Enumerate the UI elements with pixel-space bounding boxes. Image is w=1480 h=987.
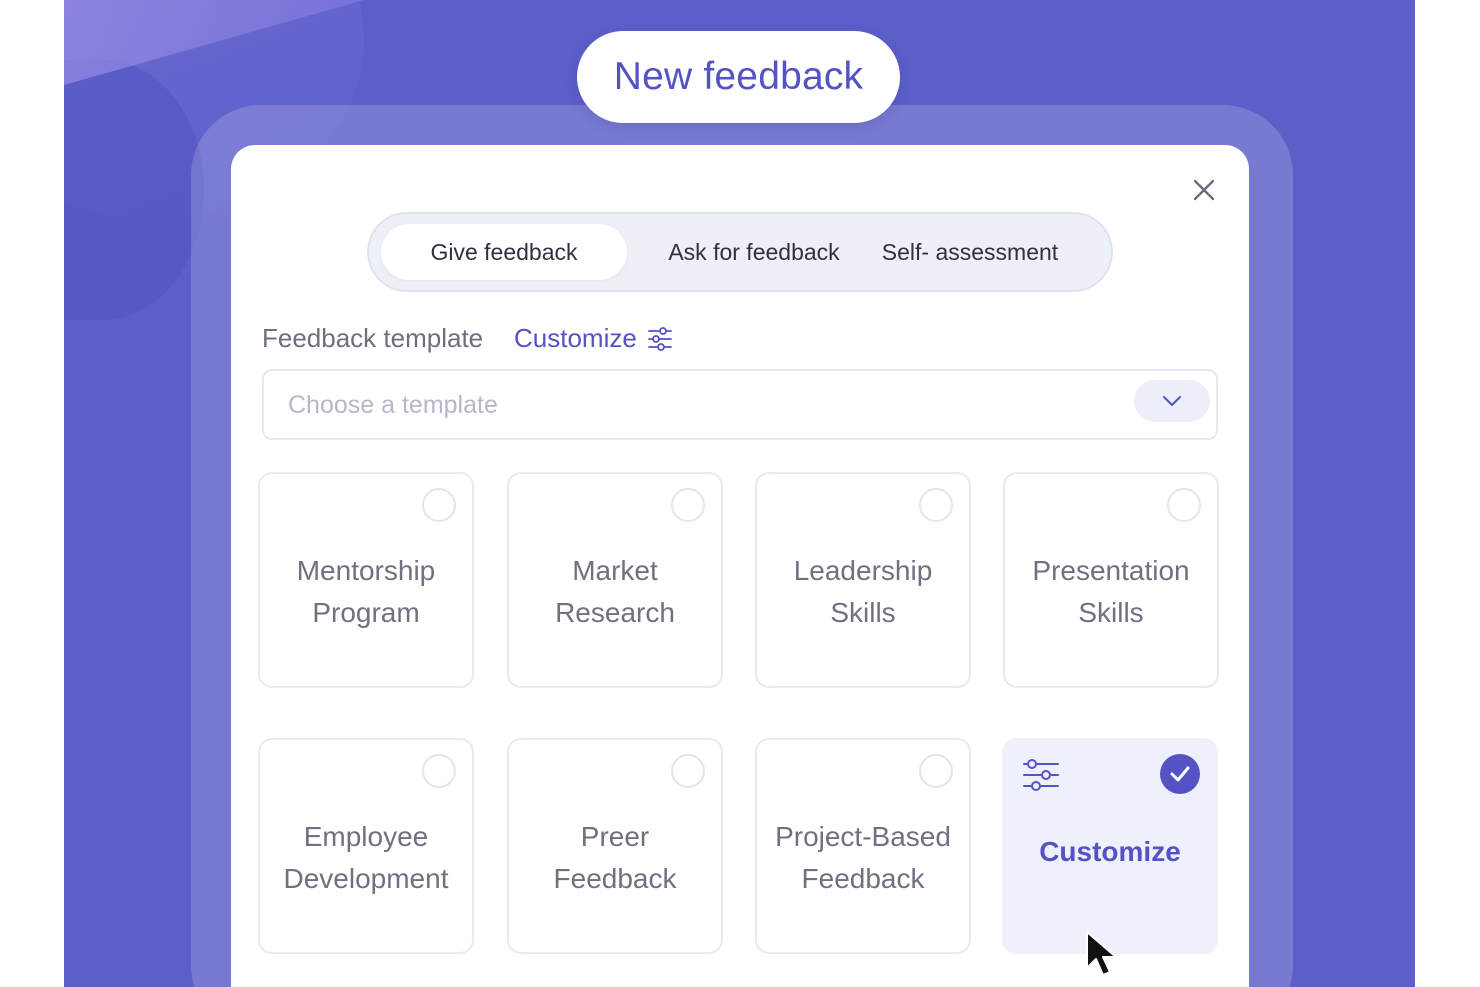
tab-label: Give feedback: [430, 239, 578, 265]
template-tile-customize[interactable]: Customize: [1002, 738, 1218, 954]
template-select-toggle[interactable]: [1134, 380, 1210, 422]
close-button[interactable]: [1189, 175, 1219, 205]
tab-give-feedback[interactable]: Give feedback: [381, 224, 627, 280]
template-name: Presentation Skills: [1032, 555, 1190, 628]
template-tile-employee-development[interactable]: Employee Development: [258, 738, 474, 954]
template-select-placeholder: Choose a template: [288, 391, 498, 419]
tab-label: Ask for feedback: [668, 239, 840, 265]
template-label: Feedback template: [262, 323, 484, 353]
radio-button[interactable]: [671, 754, 705, 788]
radio-button[interactable]: [422, 754, 456, 788]
selected-check[interactable]: [1160, 754, 1200, 794]
feedback-modal: Give feedback Ask for feedback Self- ass…: [231, 145, 1249, 987]
template-name: Preer Feedback: [553, 821, 677, 894]
chevron-down-icon: [1163, 396, 1181, 406]
customize-tile-label: Customize: [1039, 836, 1181, 867]
mouse-pointer-icon: [1086, 931, 1117, 976]
radio-button[interactable]: [1167, 488, 1201, 522]
template-tile-presentation-skills[interactable]: Presentation Skills: [1003, 472, 1219, 688]
template-name: Employee Development: [283, 821, 449, 894]
sliders-icon: [1023, 759, 1059, 791]
template-tile-market-research[interactable]: Market Research: [507, 472, 723, 688]
close-icon: [1193, 179, 1215, 201]
template-name: Leadership Skills: [793, 555, 933, 628]
template-tile-mentorship-program[interactable]: Mentorship Program: [258, 472, 474, 688]
template-select[interactable]: Choose a template: [262, 369, 1218, 440]
check-icon: [1170, 766, 1190, 782]
template-name: Project-Based Feedback: [775, 821, 951, 894]
tab-label: Self- assessment: [881, 239, 1059, 265]
template-tile-project-based-feedback[interactable]: Project-Based Feedback: [755, 738, 971, 954]
radio-button[interactable]: [422, 488, 456, 522]
page-title: New feedback: [577, 31, 900, 123]
radio-button[interactable]: [919, 754, 953, 788]
radio-button[interactable]: [919, 488, 953, 522]
tab-ask-for-feedback[interactable]: Ask for feedback: [649, 224, 859, 280]
feedback-type-tabs: Give feedback Ask for feedback Self- ass…: [367, 212, 1113, 292]
radio-button[interactable]: [671, 488, 705, 522]
template-tile-preer-feedback[interactable]: Preer Feedback: [507, 738, 723, 954]
tab-self-assessment[interactable]: Self- assessment: [867, 224, 1073, 280]
template-name: Market Research: [555, 555, 675, 628]
background: New feedback Give feedback Ask for feedb…: [64, 0, 1415, 987]
customize-link[interactable]: Customize: [514, 323, 673, 354]
template-tile-leadership-skills[interactable]: Leadership Skills: [755, 472, 971, 688]
page-title-text: New feedback: [613, 55, 864, 98]
sliders-icon: [647, 326, 672, 351]
customize-link-label: Customize: [514, 323, 637, 353]
template-name: Mentorship Program: [296, 555, 436, 628]
